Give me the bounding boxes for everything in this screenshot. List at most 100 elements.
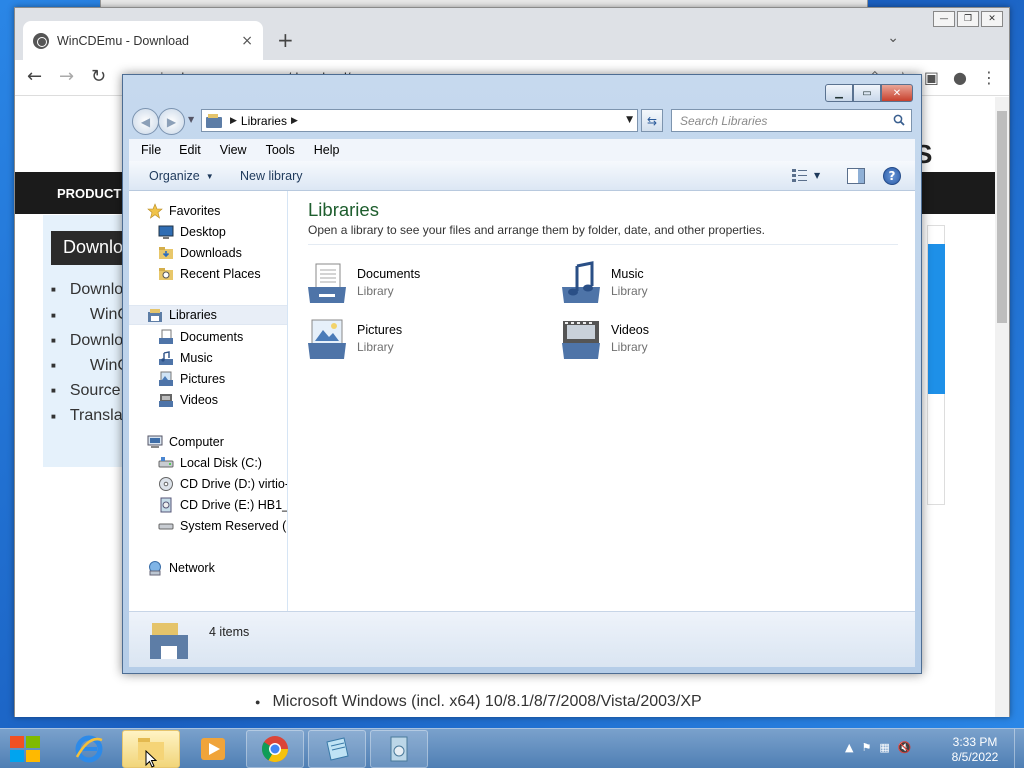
taskbar-internet-explorer[interactable] xyxy=(60,730,118,768)
nav-pictures[interactable]: Pictures xyxy=(158,369,225,389)
network-tray-icon[interactable]: ▦ xyxy=(879,741,889,754)
nav-network[interactable]: Network xyxy=(147,558,215,578)
forward-icon[interactable]: → xyxy=(59,66,74,87)
nav-libraries-label: Libraries xyxy=(169,308,217,322)
refresh-button[interactable]: ⇆ xyxy=(641,109,663,132)
nav-desktop[interactable]: Desktop xyxy=(158,222,226,242)
os-support-bullet: Microsoft Windows (incl. x64) 10/8.1/8/7… xyxy=(255,693,701,711)
address-bar[interactable]: ▶ Libraries ▶ ▼ xyxy=(201,109,638,132)
library-videos[interactable]: Videos Library xyxy=(559,317,779,365)
scrollbar-thumb[interactable] xyxy=(997,111,1007,323)
content-pane: Libraries Open a library to see your fil… xyxy=(289,191,915,611)
taskbar-app[interactable] xyxy=(370,730,428,768)
nav-recent-places[interactable]: Recent Places xyxy=(158,264,261,284)
preview-pane-icon[interactable] xyxy=(847,168,865,184)
page-scrollbar[interactable] xyxy=(995,97,1009,717)
internet-explorer-icon xyxy=(75,735,103,763)
explorer-window-controls: ▁ ▭ ✕ xyxy=(825,84,913,102)
nav-cd-drive-e-label: CD Drive (E:) HB1_CC xyxy=(180,498,287,512)
menu-file[interactable]: File xyxy=(129,143,167,157)
nav-videos[interactable]: Videos xyxy=(158,390,218,410)
nav-music[interactable]: Music xyxy=(158,348,213,368)
side-panel-icon[interactable]: ▣ xyxy=(924,68,939,87)
address-dropdown-icon[interactable]: ▼ xyxy=(626,115,633,125)
music-library-icon xyxy=(562,261,600,303)
help-icon[interactable]: ? xyxy=(883,167,901,185)
taskbar-chrome[interactable] xyxy=(246,730,304,768)
menu-edit[interactable]: Edit xyxy=(167,143,208,157)
change-view-button[interactable]: ▼ xyxy=(792,168,820,182)
browser-tab[interactable]: WinCDEmu - Download × xyxy=(23,21,263,60)
menu-help[interactable]: Help xyxy=(302,143,347,157)
chrome-icon xyxy=(261,736,289,763)
minimize-icon[interactable]: — xyxy=(933,11,955,27)
nav-local-disk-c-label: Local Disk (C:) xyxy=(180,456,262,470)
nav-computer-label: Computer xyxy=(169,435,224,449)
organize-button[interactable]: Organize ▼ xyxy=(149,169,214,183)
back-icon[interactable]: ← xyxy=(27,66,42,87)
breadcrumb-libraries[interactable]: Libraries xyxy=(241,114,287,128)
menu-kebab-icon[interactable]: ⋮ xyxy=(981,68,997,87)
menu-view[interactable]: View xyxy=(208,143,254,157)
new-tab-button[interactable]: + xyxy=(277,28,294,52)
back-button[interactable]: ◀ xyxy=(132,108,159,135)
ad-banner[interactable] xyxy=(927,225,945,505)
search-input[interactable] xyxy=(680,113,880,128)
nav-music-label: Music xyxy=(180,351,213,365)
library-music[interactable]: Music Library xyxy=(559,261,779,309)
nav-documents[interactable]: Documents xyxy=(158,327,243,347)
nav-recent-places-label: Recent Places xyxy=(180,267,261,281)
close-icon[interactable]: ✕ xyxy=(981,11,1003,27)
recent-pages-chevron-icon[interactable]: ▼ xyxy=(188,115,194,124)
library-name: Music xyxy=(611,267,644,281)
nav-desktop-label: Desktop xyxy=(180,225,226,239)
libraries-large-icon xyxy=(150,623,188,659)
system-tray: ▲ ⚑ ▦ 🔇 xyxy=(845,741,911,754)
notepad-icon xyxy=(326,737,349,761)
divider xyxy=(308,244,898,245)
volume-muted-icon[interactable]: 🔇 xyxy=(898,741,912,754)
action-center-flag-icon[interactable]: ⚑ xyxy=(861,741,871,754)
nav-computer[interactable]: Computer xyxy=(147,432,224,452)
restore-icon[interactable]: ❐ xyxy=(957,11,979,27)
start-button-windows-icon[interactable] xyxy=(8,734,42,764)
globe-icon xyxy=(33,32,49,49)
library-name: Pictures xyxy=(357,323,403,337)
library-music-text: Music Library xyxy=(611,261,648,298)
breadcrumb-arrow-icon[interactable]: ▶ xyxy=(291,116,298,126)
maximize-button[interactable]: ▭ xyxy=(853,84,881,102)
close-button[interactable]: ✕ xyxy=(881,84,913,102)
nav-system-reserved-f[interactable]: System Reserved (F:) xyxy=(158,516,287,536)
new-library-button[interactable]: New library xyxy=(240,169,303,183)
nav-cd-drive-e[interactable]: CD Drive (E:) HB1_CC xyxy=(158,495,287,515)
nav-cd-drive-d[interactable]: CD Drive (D:) virtio-w xyxy=(158,474,287,494)
tab-search-chevron-icon[interactable]: ⌄ xyxy=(887,30,899,46)
show-hidden-icons-chevron-icon[interactable]: ▲ xyxy=(845,741,853,754)
documents-library-icon xyxy=(308,263,346,303)
clock[interactable]: 3:33 PM 8/5/2022 xyxy=(944,735,1006,765)
close-tab-icon[interactable]: × xyxy=(241,33,253,49)
show-desktop-button[interactable] xyxy=(1014,729,1024,768)
nav-local-disk-c[interactable]: Local Disk (C:) xyxy=(158,453,262,473)
library-name: Videos xyxy=(611,323,649,337)
site-nav-products[interactable]: PRODUCT xyxy=(57,186,121,201)
search-box[interactable] xyxy=(671,109,912,132)
command-bar: Organize ▼ New library ▼ ? xyxy=(129,161,915,191)
breadcrumb-arrow-icon[interactable]: ▶ xyxy=(230,116,237,126)
profile-avatar-icon[interactable]: ● xyxy=(953,68,967,87)
library-pictures[interactable]: Pictures Library xyxy=(305,317,525,365)
explorer-window: ▁ ▭ ✕ ◀ ▶ ▼ ▶ Libraries ▶ ▼ ⇆ File Edit … xyxy=(122,74,922,674)
minimize-button[interactable]: ▁ xyxy=(825,84,853,102)
forward-button[interactable]: ▶ xyxy=(158,108,185,135)
library-documents[interactable]: Documents Library xyxy=(305,261,525,309)
browser-tabstrip: WinCDEmu - Download × + ⌄ — ❐ ✕ xyxy=(15,8,1009,60)
nav-downloads[interactable]: Downloads xyxy=(158,243,242,263)
search-icon[interactable] xyxy=(893,114,905,126)
taskbar-media-player[interactable] xyxy=(184,730,242,768)
menu-tools[interactable]: Tools xyxy=(254,143,302,157)
nav-favorites[interactable]: Favorites xyxy=(147,201,220,221)
reload-icon[interactable]: ↻ xyxy=(91,66,106,87)
nav-libraries[interactable]: Libraries xyxy=(129,305,287,325)
nav-pictures-label: Pictures xyxy=(180,372,226,386)
taskbar-notepad[interactable] xyxy=(308,730,366,768)
